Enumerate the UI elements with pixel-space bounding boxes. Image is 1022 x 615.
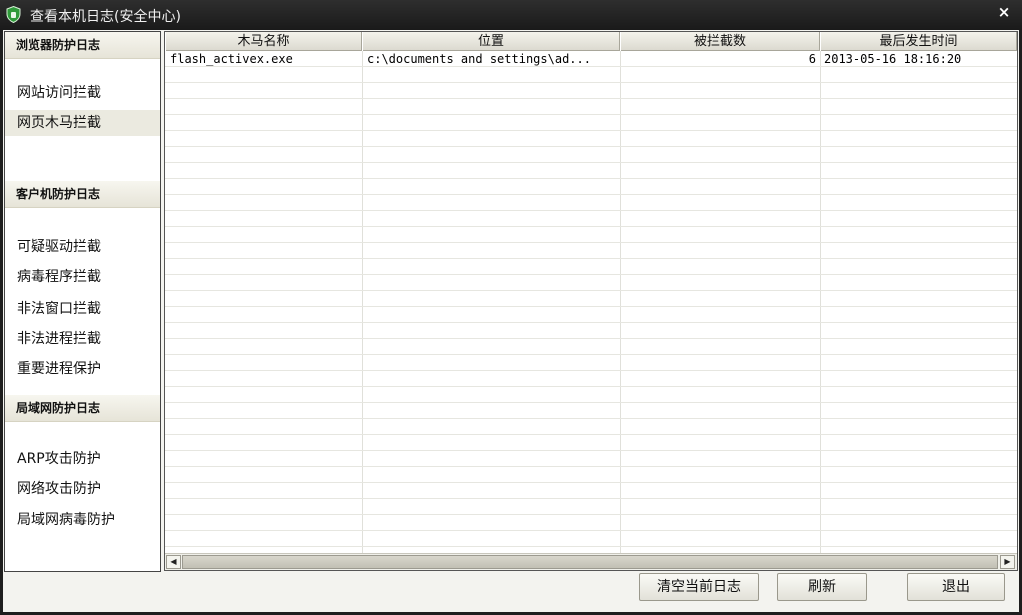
table-row [165,259,1017,275]
table-row [165,419,1017,435]
sidebar-item-web-trojan[interactable]: 网页木马拦截 [5,110,160,136]
sidebar-item-lan-virus[interactable]: 局域网病毒防护 [5,507,160,533]
clear-log-button[interactable]: 清空当前日志 [639,573,759,601]
sidebar-item-protect[interactable]: 重要进程保护 [5,356,160,382]
table-row [165,451,1017,467]
table-row [165,115,1017,131]
arrow-left-icon: ◀ [170,557,177,566]
cell-time: 2013-05-16 18:16:20 [824,52,962,66]
table-header: 木马名称 位置 被拦截数 最后发生时间 [165,32,1017,51]
table-row [165,275,1017,291]
table-row [165,515,1017,531]
table-row [165,195,1017,211]
table-row [165,371,1017,387]
table-row [165,435,1017,451]
table-row [165,131,1017,147]
cell-name: flash_activex.exe [170,52,293,66]
section-heading-client: 客户机防护日志 [5,181,160,208]
table-body: flash_activex.exe c:\documents and setti… [165,51,1017,553]
section-heading-browser: 浏览器防护日志 [5,32,160,59]
scroll-left-button[interactable]: ◀ [166,555,181,569]
table-row [165,307,1017,323]
sidebar-item-driver[interactable]: 可疑驱动拦截 [5,234,160,260]
sidebar-item-site-access[interactable]: 网站访问拦截 [5,80,160,106]
close-icon: × [997,3,1011,21]
table-row [165,243,1017,259]
exit-button[interactable]: 退出 [907,573,1005,601]
table-row [165,99,1017,115]
refresh-button[interactable]: 刷新 [777,573,867,601]
table-row [165,499,1017,515]
log-table: 木马名称 位置 被拦截数 最后发生时间 flash_activex.exe c:… [164,31,1018,571]
table-row [165,403,1017,419]
section-heading-lan: 局域网防护日志 [5,395,160,422]
column-header-name[interactable]: 木马名称 [165,32,362,51]
table-row [165,83,1017,99]
sidebar-item-process[interactable]: 非法进程拦截 [5,326,160,352]
table-row [165,483,1017,499]
table-row [165,227,1017,243]
sidebar: 浏览器防护日志 网站访问拦截 网页木马拦截 客户机防护日志 可疑驱动拦截 病毒程… [4,31,161,572]
client-area: 浏览器防护日志 网站访问拦截 网页木马拦截 客户机防护日志 可疑驱动拦截 病毒程… [3,30,1019,612]
table-row [165,467,1017,483]
sidebar-item-virus[interactable]: 病毒程序拦截 [5,264,160,290]
log-window: 查看本机日志(安全中心) × 浏览器防护日志 网站访问拦截 网页木马拦截 客户机… [0,0,1022,615]
cell-location: c:\documents and settings\ad... [367,52,591,66]
sidebar-item-arp[interactable]: ARP攻击防护 [5,446,160,472]
table-row [165,531,1017,547]
scroll-right-button[interactable]: ▶ [1000,555,1015,569]
table-row [165,147,1017,163]
column-header-count[interactable]: 被拦截数 [620,32,820,51]
table-row[interactable]: flash_activex.exe c:\documents and setti… [165,51,1017,67]
arrow-right-icon: ▶ [1004,557,1011,566]
table-row [165,211,1017,227]
table-row [165,163,1017,179]
window-title: 查看本机日志(安全中心) [30,9,181,25]
table-row [165,67,1017,83]
table-row [165,355,1017,371]
table-row [165,291,1017,307]
title-bar[interactable]: 查看本机日志(安全中心) × [0,0,1022,30]
sidebar-item-network[interactable]: 网络攻击防护 [5,476,160,502]
table-row [165,323,1017,339]
column-header-time[interactable]: 最后发生时间 [820,32,1017,51]
sidebar-item-window[interactable]: 非法窗口拦截 [5,296,160,322]
column-header-location[interactable]: 位置 [362,32,620,51]
shield-icon [6,6,21,23]
table-row [165,387,1017,403]
cell-count: 6 [808,52,816,66]
scrollbar-thumb[interactable] [182,555,998,569]
close-button[interactable]: × [994,2,1014,24]
table-row [165,339,1017,355]
table-row [165,179,1017,195]
horizontal-scrollbar[interactable]: ◀ ▶ [165,553,1017,570]
